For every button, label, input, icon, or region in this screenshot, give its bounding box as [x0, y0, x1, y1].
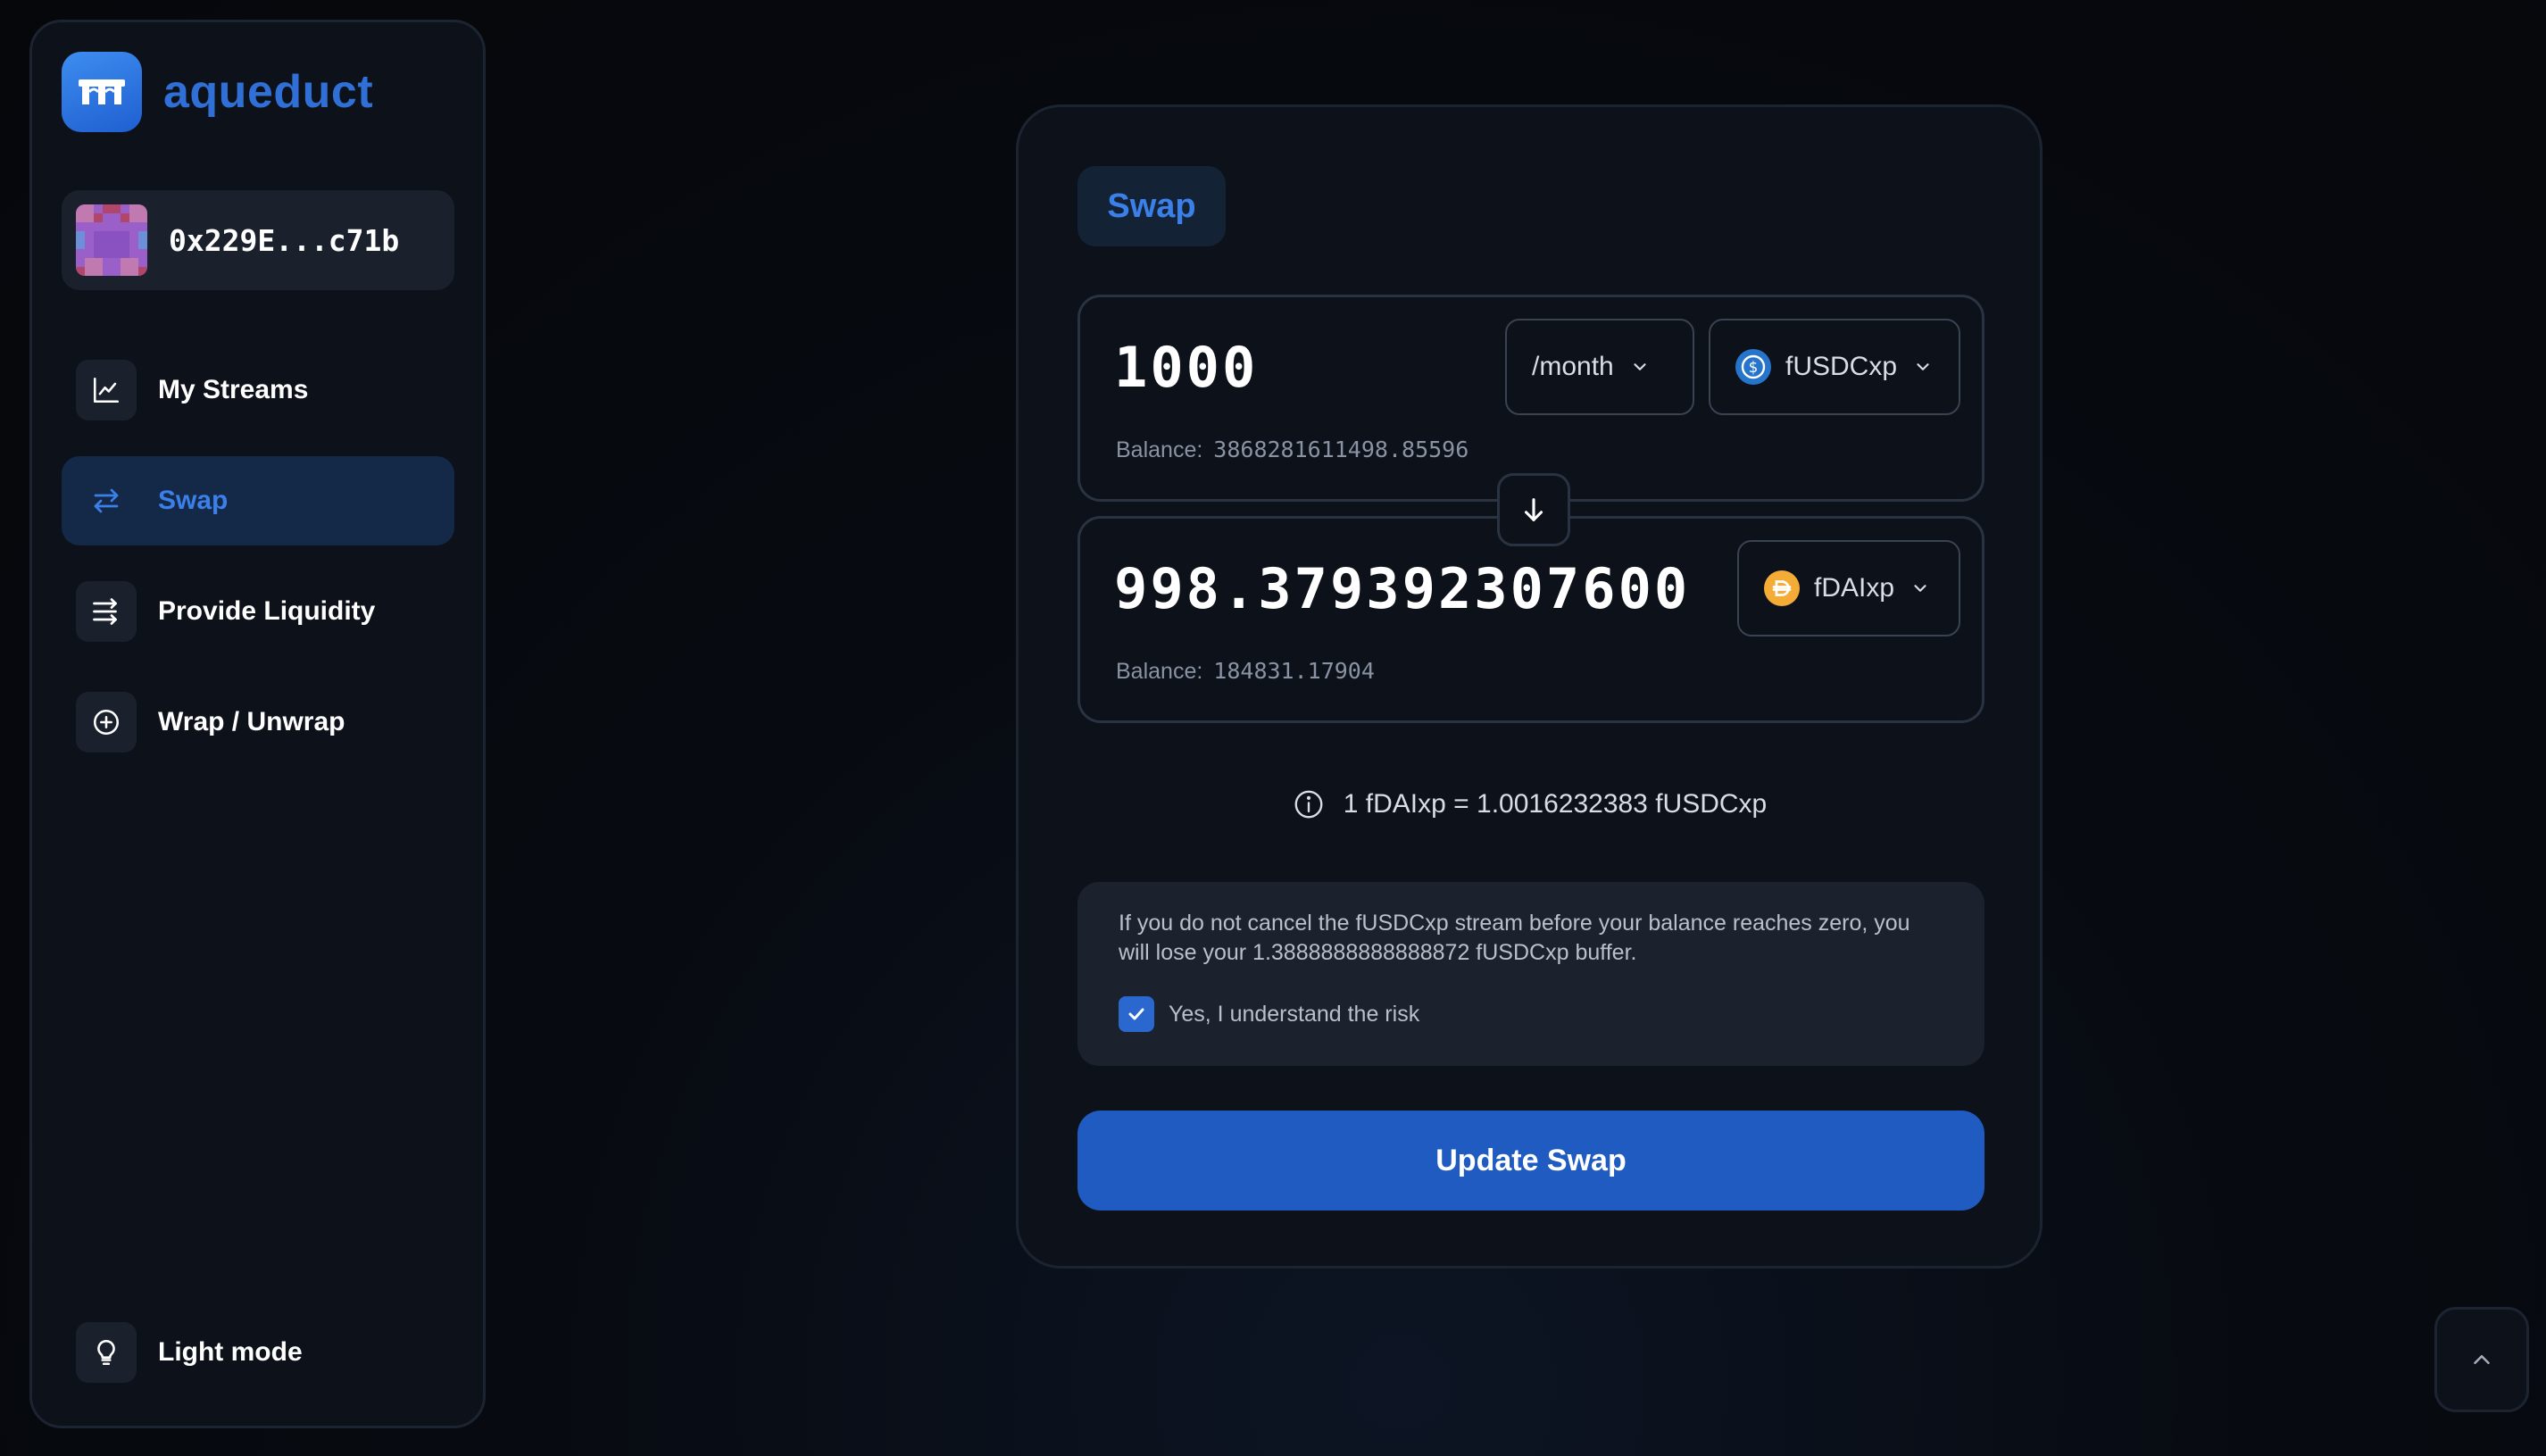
liquidity-arrows-icon	[76, 581, 137, 642]
to-token-select[interactable]: fDAIxp	[1737, 540, 1960, 636]
light-mode-label: Light mode	[158, 1337, 303, 1367]
brand[interactable]: aqueduct	[62, 52, 373, 132]
usdc-coin-icon: $	[1735, 349, 1771, 385]
sidebar-item-wrap-unwrap[interactable]: Wrap / Unwrap	[62, 678, 454, 767]
update-swap-button[interactable]: Update Swap	[1077, 1111, 1984, 1211]
sidebar: aqueduct 0x229E...c71b My Streams Swap P…	[29, 20, 486, 1428]
chevron-up-icon	[2474, 1355, 2490, 1364]
from-balance: Balance: 3868281611498.85596	[1116, 437, 1469, 463]
from-balance-value: 3868281611498.85596	[1213, 437, 1469, 462]
sidebar-item-provide-liquidity[interactable]: Provide Liquidity	[62, 567, 454, 656]
svg-text:$: $	[1749, 359, 1759, 376]
risk-ack-checkbox[interactable]	[1119, 996, 1154, 1032]
sidebar-item-label: My Streams	[158, 375, 309, 404]
chevron-down-icon	[1630, 357, 1650, 377]
period-select-value: /month	[1532, 352, 1614, 381]
chevron-down-icon	[1913, 357, 1933, 377]
risk-ack-row[interactable]: Yes, I understand the risk	[1119, 996, 1943, 1032]
swap-arrows-icon	[76, 470, 137, 531]
brand-name: aqueduct	[163, 66, 374, 118]
sidebar-item-label: Provide Liquidity	[158, 596, 376, 626]
account-button[interactable]: 0x229E...c71b	[62, 190, 454, 290]
from-token-select[interactable]: $ fUSDCxp	[1709, 319, 1960, 415]
arrow-down-icon	[1524, 498, 1543, 521]
aqueduct-logo-icon	[62, 52, 142, 132]
info-icon[interactable]	[1292, 787, 1326, 821]
avatar	[76, 204, 147, 276]
chart-line-icon	[76, 360, 137, 420]
swap-direction-button[interactable]	[1497, 473, 1570, 546]
period-select[interactable]: /month	[1505, 319, 1694, 415]
swap-from-box: 1000 /month $ fUSDCxp Balance: 3868281611…	[1077, 295, 1984, 502]
plus-circle-icon	[76, 692, 137, 753]
risk-warning: If you do not cancel the fUSDCxp stream …	[1077, 882, 1984, 1066]
tab-swap[interactable]: Swap	[1077, 166, 1226, 246]
sidebar-item-label: Swap	[158, 486, 229, 515]
chevron-down-icon	[1910, 578, 1930, 598]
risk-warning-text: If you do not cancel the fUSDCxp stream …	[1119, 911, 1910, 965]
from-amount-input[interactable]: 1000	[1114, 335, 1258, 400]
from-token-label: fUSDCxp	[1785, 352, 1898, 381]
sidebar-item-swap[interactable]: Swap	[62, 456, 454, 545]
scroll-to-top-button[interactable]	[2434, 1307, 2529, 1412]
exchange-rate: 1 fDAIxp = 1.0016232383 fUSDCxp	[1019, 787, 2040, 821]
exchange-rate-text: 1 fDAIxp = 1.0016232383 fUSDCxp	[1343, 789, 1768, 819]
risk-ack-label: Yes, I understand the risk	[1169, 1001, 1420, 1027]
sidebar-item-my-streams[interactable]: My Streams	[62, 345, 454, 435]
to-balance-label: Balance:	[1116, 659, 1203, 684]
account-address: 0x229E...c71b	[169, 222, 400, 258]
to-token-label: fDAIxp	[1814, 573, 1895, 603]
to-amount-output: 998.379392307600	[1114, 556, 1691, 621]
swap-card: Swap 1000 /month $ fUSDCxp Balance: 38682…	[1016, 104, 2043, 1269]
sidebar-item-label: Wrap / Unwrap	[158, 707, 345, 736]
to-balance: Balance: 184831.17904	[1116, 658, 1375, 685]
to-balance-value: 184831.17904	[1213, 658, 1375, 684]
check-icon	[1128, 1008, 1144, 1020]
swap-to-box: 998.379392307600 fDAIxp Balance: 184831.1…	[1077, 516, 1984, 723]
light-mode-toggle[interactable]: Light mode	[62, 1308, 454, 1397]
lightbulb-icon	[76, 1322, 137, 1383]
from-balance-label: Balance:	[1116, 437, 1203, 462]
dai-coin-icon	[1764, 570, 1800, 606]
